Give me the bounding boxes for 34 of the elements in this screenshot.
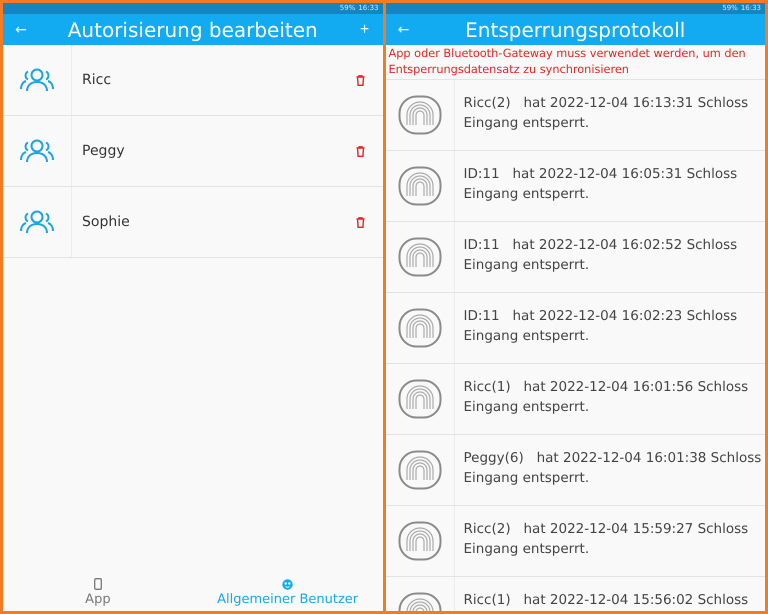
fingerprint-icon	[398, 166, 442, 206]
fingerprint-icon	[398, 521, 442, 561]
tab[interactable]: Allgemeiner Benutzer	[192, 569, 382, 611]
log-entry: ID:11 hat 2022-12-04 16:02:23 Schloss Eingang entsperrt.	[462, 307, 738, 346]
user-name: Ricc	[81, 72, 112, 88]
users-icon	[18, 209, 56, 235]
log-entry: Ricc(2) hat 2022-12-04 16:13:31 Schloss Eingang entsperrt.	[462, 94, 748, 133]
log-entry: Ricc(2) hat 2022-12-04 15:59:27 Schloss Eingang entsperrt.	[462, 520, 748, 559]
user-name: Peggy	[81, 143, 126, 159]
back-button[interactable]: ←	[11, 22, 31, 38]
trash-icon[interactable]	[356, 74, 364, 86]
phone-icon	[94, 578, 102, 590]
fingerprint-icon	[398, 237, 442, 277]
fingerprint-icon	[398, 308, 442, 348]
users-icon	[18, 138, 56, 164]
users-icon	[18, 67, 56, 93]
log-entry: ID:11 hat 2022-12-04 16:02:52 Schloss Eingang entsperrt.	[462, 236, 738, 275]
warning-text: App oder Bluetooth-Gateway muss verwendet werden, um den Entsperrungsdatensatz zu synchronisieren	[386, 45, 765, 80]
fingerprint-icon	[398, 379, 442, 419]
log-entry: Peggy(6) hat 2022-12-04 16:01:38 Schloss Eingang entsperrt.	[462, 449, 762, 488]
screen-title: Entsperrungsprotokoll	[464, 18, 686, 42]
back-button[interactable]: ←	[394, 22, 414, 38]
fingerprint-icon	[398, 450, 442, 490]
screen-title: Autorisierung bearbeiten	[66, 18, 319, 42]
tab[interactable]: App	[3, 569, 193, 611]
add-button[interactable]: +	[354, 20, 374, 38]
trash-icon[interactable]	[356, 146, 364, 156]
log-entry: ID:11 hat 2022-12-04 16:05:31 Schloss Eingang entsperrt.	[462, 165, 738, 204]
trash-icon[interactable]	[356, 216, 364, 228]
fingerprint-icon	[398, 95, 442, 135]
face-icon	[282, 579, 294, 590]
user-name: Sophie	[81, 214, 131, 230]
log-entry: Ricc(1) hat 2022-12-04 15:56:02 Schloss	[462, 591, 748, 610]
log-entry: Ricc(1) hat 2022-12-04 16:01:56 Schloss Eingang entsperrt.	[462, 378, 748, 417]
